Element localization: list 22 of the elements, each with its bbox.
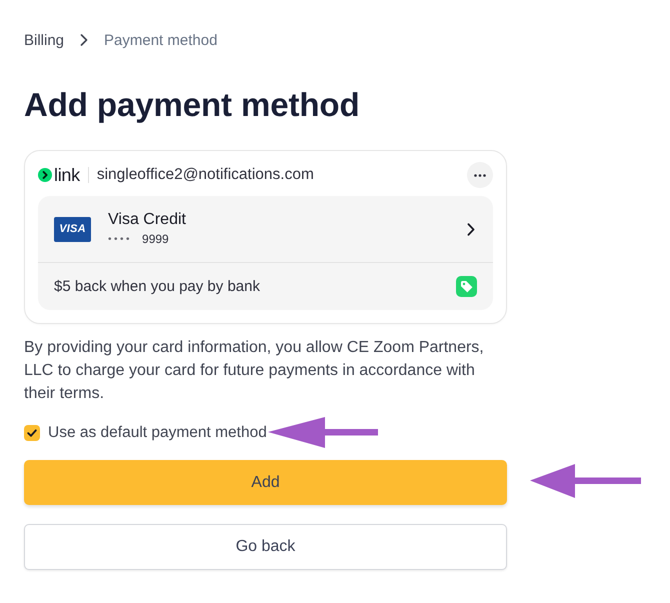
link-logo-text: link bbox=[54, 164, 80, 186]
promo-text: $5 back when you pay by bank bbox=[54, 278, 260, 295]
go-back-button[interactable]: Go back bbox=[24, 524, 507, 570]
add-button[interactable]: Add bbox=[24, 460, 507, 505]
page-title: Add payment method bbox=[24, 85, 360, 125]
checkbox-label[interactable]: Use as default payment method bbox=[48, 424, 267, 442]
more-icon bbox=[474, 174, 486, 176]
more-button[interactable] bbox=[467, 162, 493, 188]
card-last-digits: 9999 bbox=[142, 232, 169, 246]
consent-text: By providing your card information, you allow CE Zoom Partners, LLC to charge your card for future payments in accordance with their terms. bbox=[24, 338, 485, 404]
tag-icon bbox=[456, 276, 477, 297]
chevron-icon bbox=[467, 222, 475, 236]
breadcrumb-current: Payment method bbox=[104, 32, 218, 48]
visa-card-logo: VISA bbox=[54, 216, 91, 242]
saved-card-row[interactable]: VISA Visa Credit •••• 9999 bbox=[38, 196, 493, 263]
masked-digits: •••• bbox=[108, 234, 132, 244]
account-email: singleoffice2@notifications.com bbox=[96, 166, 314, 184]
chevron-icon bbox=[80, 34, 88, 46]
breadcrumb-link[interactable]: Billing bbox=[24, 32, 64, 48]
card-name: Visa Credit bbox=[108, 210, 186, 230]
link-logo-icon bbox=[38, 168, 52, 182]
checkbox[interactable] bbox=[24, 425, 40, 441]
